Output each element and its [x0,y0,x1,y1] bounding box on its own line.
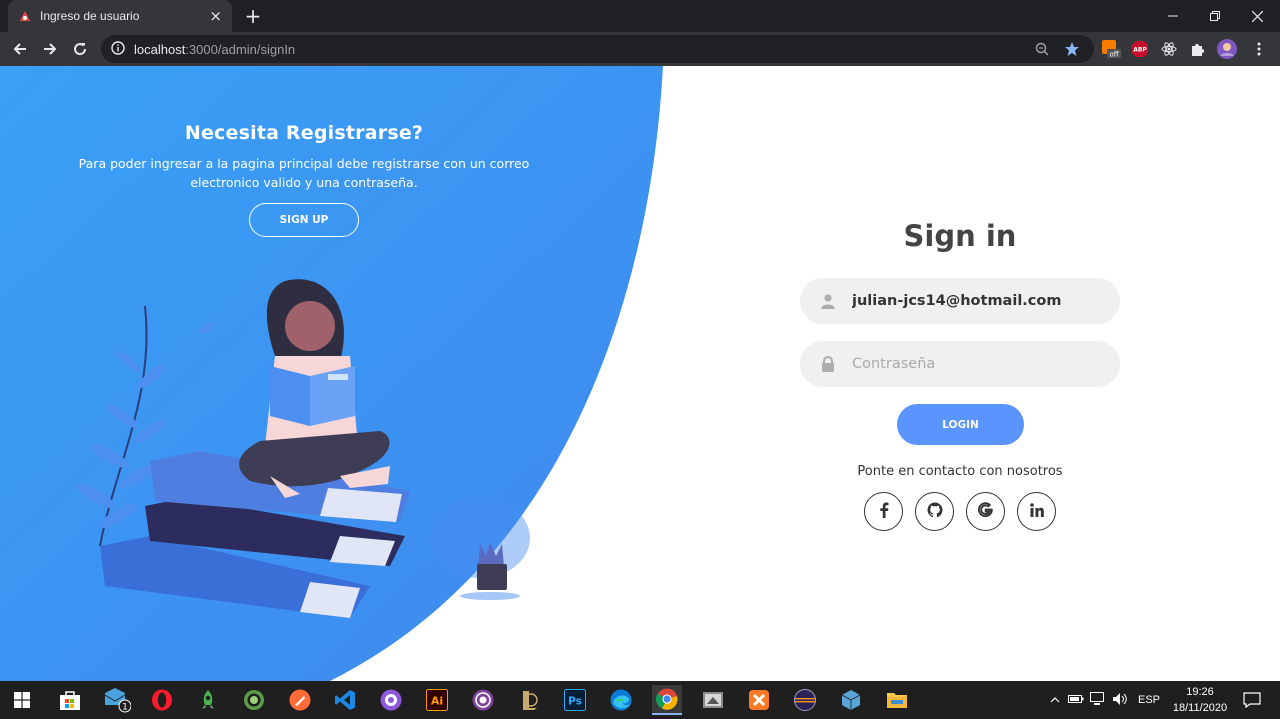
signin-title: Sign in [903,219,1017,253]
language-indicator[interactable]: ESP [1138,694,1160,706]
volume-icon[interactable] [1112,692,1128,709]
photoshop-icon[interactable]: Ps [560,685,590,715]
browser-menu-icon[interactable] [1249,39,1269,59]
clock-time: 19:26 [1186,686,1214,698]
contact-text: Ponte en contacto con nosotros [857,464,1063,479]
windows-start-icon[interactable] [7,685,37,715]
edge-icon[interactable] [606,685,636,715]
windows-taskbar: 1 Ai Ps ESP 19:26 18/11/2020 [0,681,1280,719]
github-icon [927,502,943,522]
camera-app-icon[interactable] [239,685,269,715]
restore-button[interactable] [1194,0,1236,32]
zoom-icon[interactable] [1032,39,1052,59]
site-favicon-icon [18,9,32,23]
facebook-button[interactable] [864,492,903,531]
back-button[interactable] [9,38,31,60]
tray-expand-icon[interactable] [1050,694,1060,706]
reload-button[interactable] [69,38,91,60]
lock-icon [820,356,836,372]
virtualbox-icon[interactable] [836,685,866,715]
url-text: localhost:3000/admin/signIn [134,41,296,57]
page-content: Necesita Registrarse? Para poder ingresa… [0,66,1280,681]
forward-button[interactable] [39,38,61,60]
file-explorer-icon[interactable] [882,685,912,715]
illustrator-icon[interactable]: Ai [422,685,452,715]
svg-text:ABP: ABP [1133,47,1147,54]
chrome-icon[interactable] [652,685,682,715]
opera-icon[interactable] [147,685,177,715]
clock-date: 18/11/2020 [1172,702,1228,714]
vscode-icon[interactable] [330,685,360,715]
login-button[interactable]: LOGIN [897,404,1024,445]
browser-toolbar: localhost:3000/admin/signIn off ABP [0,32,1280,66]
github-button[interactable] [915,492,954,531]
new-tab-button[interactable]: + [242,5,264,27]
mail-icon[interactable]: 1 [102,685,132,715]
browser-tab[interactable]: Ingreso de usuario × [8,0,232,32]
rocket-app-icon[interactable] [193,685,223,715]
system-tray: ESP [1050,681,1160,719]
eclipse-icon[interactable] [790,685,820,715]
github-desktop-icon[interactable] [376,685,406,715]
minimize-button[interactable] [1152,0,1194,32]
promo-title: Necesita Registrarse? [184,122,424,144]
address-bar[interactable]: localhost:3000/admin/signIn [101,35,1094,63]
extensions-puzzle-icon[interactable] [1188,39,1208,59]
profile-avatar[interactable] [1217,39,1237,59]
network-icon[interactable] [1090,691,1106,709]
google-icon [978,502,993,521]
league-of-legends-icon[interactable] [514,685,544,715]
react-devtools-icon[interactable] [1159,39,1179,59]
tab-close-icon[interactable]: × [209,7,222,25]
email-field[interactable] [800,278,1120,324]
email-input[interactable] [852,293,1092,309]
svg-text:Ps: Ps [568,696,582,708]
bookmark-star-icon[interactable] [1062,39,1082,59]
svg-text:Ai: Ai [431,695,443,708]
xampp-icon[interactable] [744,685,774,715]
facebook-icon [879,502,889,522]
signup-promo: Necesita Registrarse? Para poder ingresa… [54,122,554,192]
postman-icon[interactable] [285,685,315,715]
tor-browser-icon[interactable] [468,685,498,715]
store-icon[interactable] [55,685,85,715]
battery-icon[interactable] [1068,694,1084,707]
close-window-button[interactable] [1236,0,1278,32]
notifications-icon[interactable] [1237,685,1267,715]
clock[interactable]: 19:26 18/11/2020 [1166,684,1234,716]
sign-up-button[interactable]: SIGN UP [249,203,359,237]
extension-off-icon[interactable]: off [1101,39,1121,59]
password-input[interactable] [852,356,1092,372]
svg-text:off: off [1109,51,1118,59]
adblock-plus-icon[interactable]: ABP [1130,39,1150,59]
toolbox-app-icon[interactable] [698,685,728,715]
reading-girl-illustration [76,279,530,618]
linkedin-icon [1029,502,1044,521]
linkedin-button[interactable] [1017,492,1056,531]
tab-title: Ingreso de usuario [40,9,140,23]
svg-text:1: 1 [122,703,128,713]
tab-strip: Ingreso de usuario × + [0,0,1280,32]
site-info-icon[interactable] [111,40,125,59]
user-icon [820,293,836,309]
google-button[interactable] [966,492,1005,531]
promo-text: Para poder ingresar a la pagina principa… [78,156,530,190]
password-field[interactable] [800,341,1120,387]
